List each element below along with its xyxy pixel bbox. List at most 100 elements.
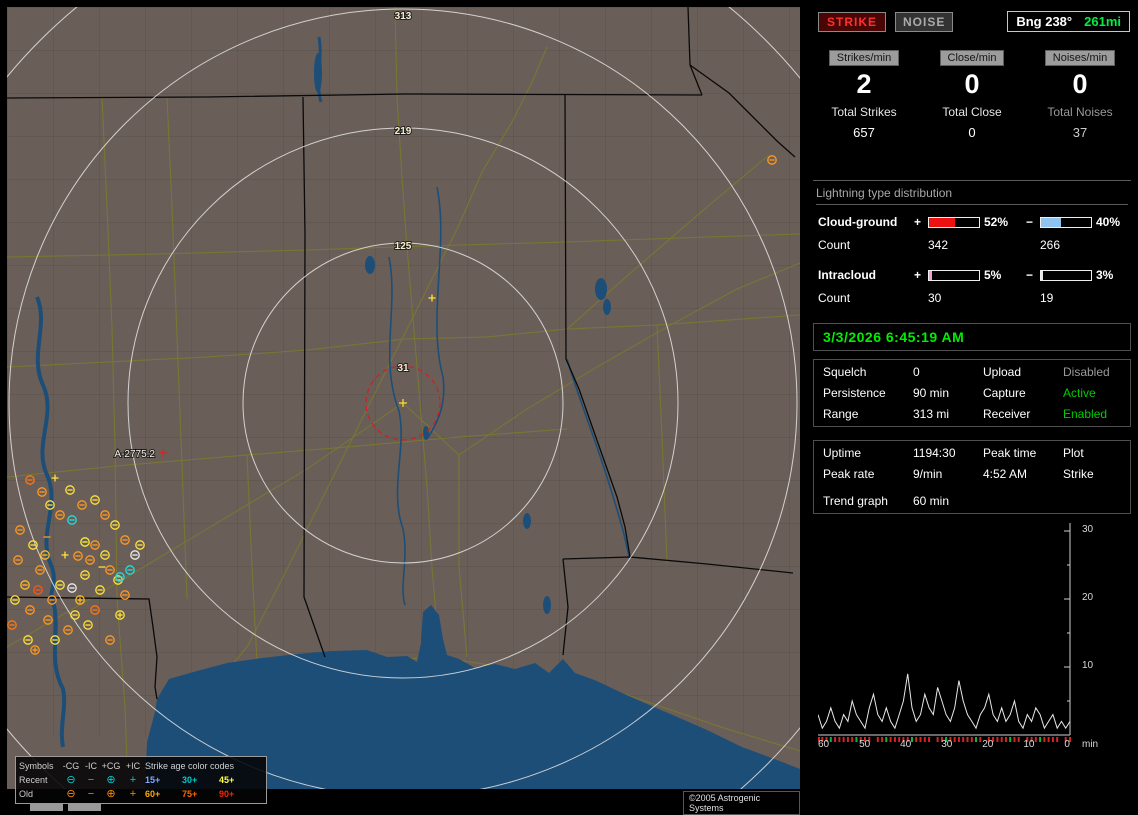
x-tick-60: 60 [818,739,830,750]
x-tick-20: 20 [982,739,994,750]
persistence-label: Persistence [823,386,886,400]
range-value: 313 mi [913,407,950,421]
cg-pos-count: 342 [928,238,949,252]
upload-label: Upload [983,365,1022,379]
datetime-box: 3/3/2026 6:45:19 AM [813,323,1131,351]
minus-sign: − [1026,215,1034,229]
legend-recent-label: Recent [19,774,48,785]
trend-graph: 30 20 10 60 50 40 30 20 10 0 min [810,517,1134,767]
age-60: 60+ [145,788,161,799]
ic-pos-pct: 5% [984,268,1002,282]
plus-sign: + [914,268,922,282]
x-tick-10: 10 [1023,739,1035,750]
cg-pos-bar [928,216,980,228]
ic-neg-old-icon: − [87,787,95,800]
ring-label-219: 219 [395,126,412,137]
count-label: Count [818,238,851,252]
strike-toggle-button[interactable]: STRIKE [818,11,887,32]
peak-rate-value: 9/min [913,467,943,481]
bearing-indicator: Bng 238° 261mi [1007,11,1130,32]
rates-section: Strikes/min 2 Close/min 0 Noises/min 0 [810,50,1134,99]
cg-pos-recent-icon: ⊕ [106,773,116,786]
station-label: A-2775.2 [114,449,155,460]
trend-chart-canvas [818,523,1071,742]
cg-neg-old-icon: ⊖ [66,787,76,800]
nexstorm-window: { "map": { "copyright": "©2005 Astrogeni… [0,0,1138,815]
status-box: Squelch 0 Upload Disabled Persistence 90… [813,359,1131,427]
lightning-map[interactable]: 313 219 125 31 A-2775.2 Symbols -CG -IC … [7,7,800,815]
x-axis-unit: min [1082,739,1099,750]
y-tick-30: 30 [1082,524,1094,535]
y-tick-20: 20 [1082,592,1094,603]
receiver-status: Enabled [1063,407,1108,421]
plus-sign: + [914,215,922,229]
trend-graph-label: Trend graph [823,494,888,508]
age-30: 30+ [182,774,198,785]
count-label: Count [818,291,851,305]
legend-col-cg-neg: -CG [62,760,80,771]
ic-neg-bar [1040,269,1092,281]
x-tick-30: 30 [941,739,953,750]
range-label: Range [823,407,859,421]
total-strikes-label: Total Strikes [831,105,897,119]
plot-value: Strike [1063,467,1094,481]
total-strikes: Total Strikes 657 [810,105,918,140]
y-tick-10: 10 [1082,660,1094,671]
trend-settings-row: Trend graph 60 min [823,494,1121,508]
cg-neg-pct: 40% [1096,215,1121,229]
close-per-min: Close/min 0 [918,50,1026,99]
map-canvas[interactable]: 313 219 125 31 A-2775.2 [7,7,800,789]
noises-per-min-value: 0 [1072,69,1088,99]
total-noises-label: Total Noises [1047,105,1113,119]
taskbar-stub-2 [68,804,101,811]
legend-col-ic-neg: -IC [85,760,97,771]
info-box: Uptime 1194:30 Peak time Plot Peak rate … [813,440,1131,514]
ic-neg-recent-icon: − [87,773,95,786]
squelch-label: Squelch [823,365,867,379]
info-grid: Uptime 1194:30 Peak time Plot Peak rate … [823,446,1121,481]
cloud-ground-row: Cloud-ground + 52% − 40% [818,215,1134,229]
upload-status: Disabled [1063,365,1110,379]
age-45: 45+ [219,774,235,785]
ic-pos-recent-icon: + [129,773,137,786]
total-close-label: Total Close [942,105,1002,119]
panel-header: STRIKE NOISE Bng 238° 261mi [818,11,1130,32]
ring-label-125: 125 [395,241,412,252]
squelch-value: 0 [913,365,920,379]
peak-time-value: 4:52 AM [983,467,1028,481]
ring-label-31: 31 [397,363,409,374]
peak-time-label: Peak time [983,446,1037,460]
legend-old-label: Old [19,788,34,799]
total-close: Total Close 0 [918,105,1026,140]
datetime-value: 3/3/2026 6:45:19 AM [823,329,965,345]
cg-neg-recent-icon: ⊖ [66,773,76,786]
bearing-distance: 261mi [1084,14,1121,29]
total-close-value: 0 [968,125,976,140]
capture-status: Active [1063,386,1096,400]
ic-neg-count: 19 [1040,291,1054,305]
noises-per-min-label: Noises/min [1044,50,1116,66]
intracloud-count-row: Count 30 19 [818,291,1134,305]
taskbar-stub-1 [30,804,63,811]
legend-recent-row: Recent ⊖ − ⊕ + 15+ 30+ 45+ [19,773,263,787]
age-75: 75+ [182,788,198,799]
cg-pos-old-icon: ⊕ [106,787,116,800]
uptime-label: Uptime [823,446,862,460]
plot-label: Plot [1063,446,1084,460]
cloud-ground-count-row: Count 342 266 [818,238,1134,252]
minus-sign: − [1026,268,1034,282]
noise-toggle-button[interactable]: NOISE [895,11,954,32]
close-per-min-value: 0 [964,69,980,99]
ic-pos-count: 30 [928,291,942,305]
x-tick-0: 0 [1064,739,1070,750]
total-strikes-value: 657 [853,125,875,140]
x-axis-labels: 60 50 40 30 20 10 0 [818,739,1070,750]
strikes-per-min-label: Strikes/min [828,50,900,66]
x-tick-40: 40 [900,739,912,750]
intracloud-row: Intracloud + 5% − 3% [818,268,1134,282]
receiver-label: Receiver [983,407,1031,421]
legend-age-header: Strike age color codes [145,760,235,771]
trend-line-series [818,673,1071,742]
strikes-per-min: Strikes/min 2 [810,50,918,99]
totals-section: Total Strikes 657 Total Close 0 Total No… [810,105,1134,140]
